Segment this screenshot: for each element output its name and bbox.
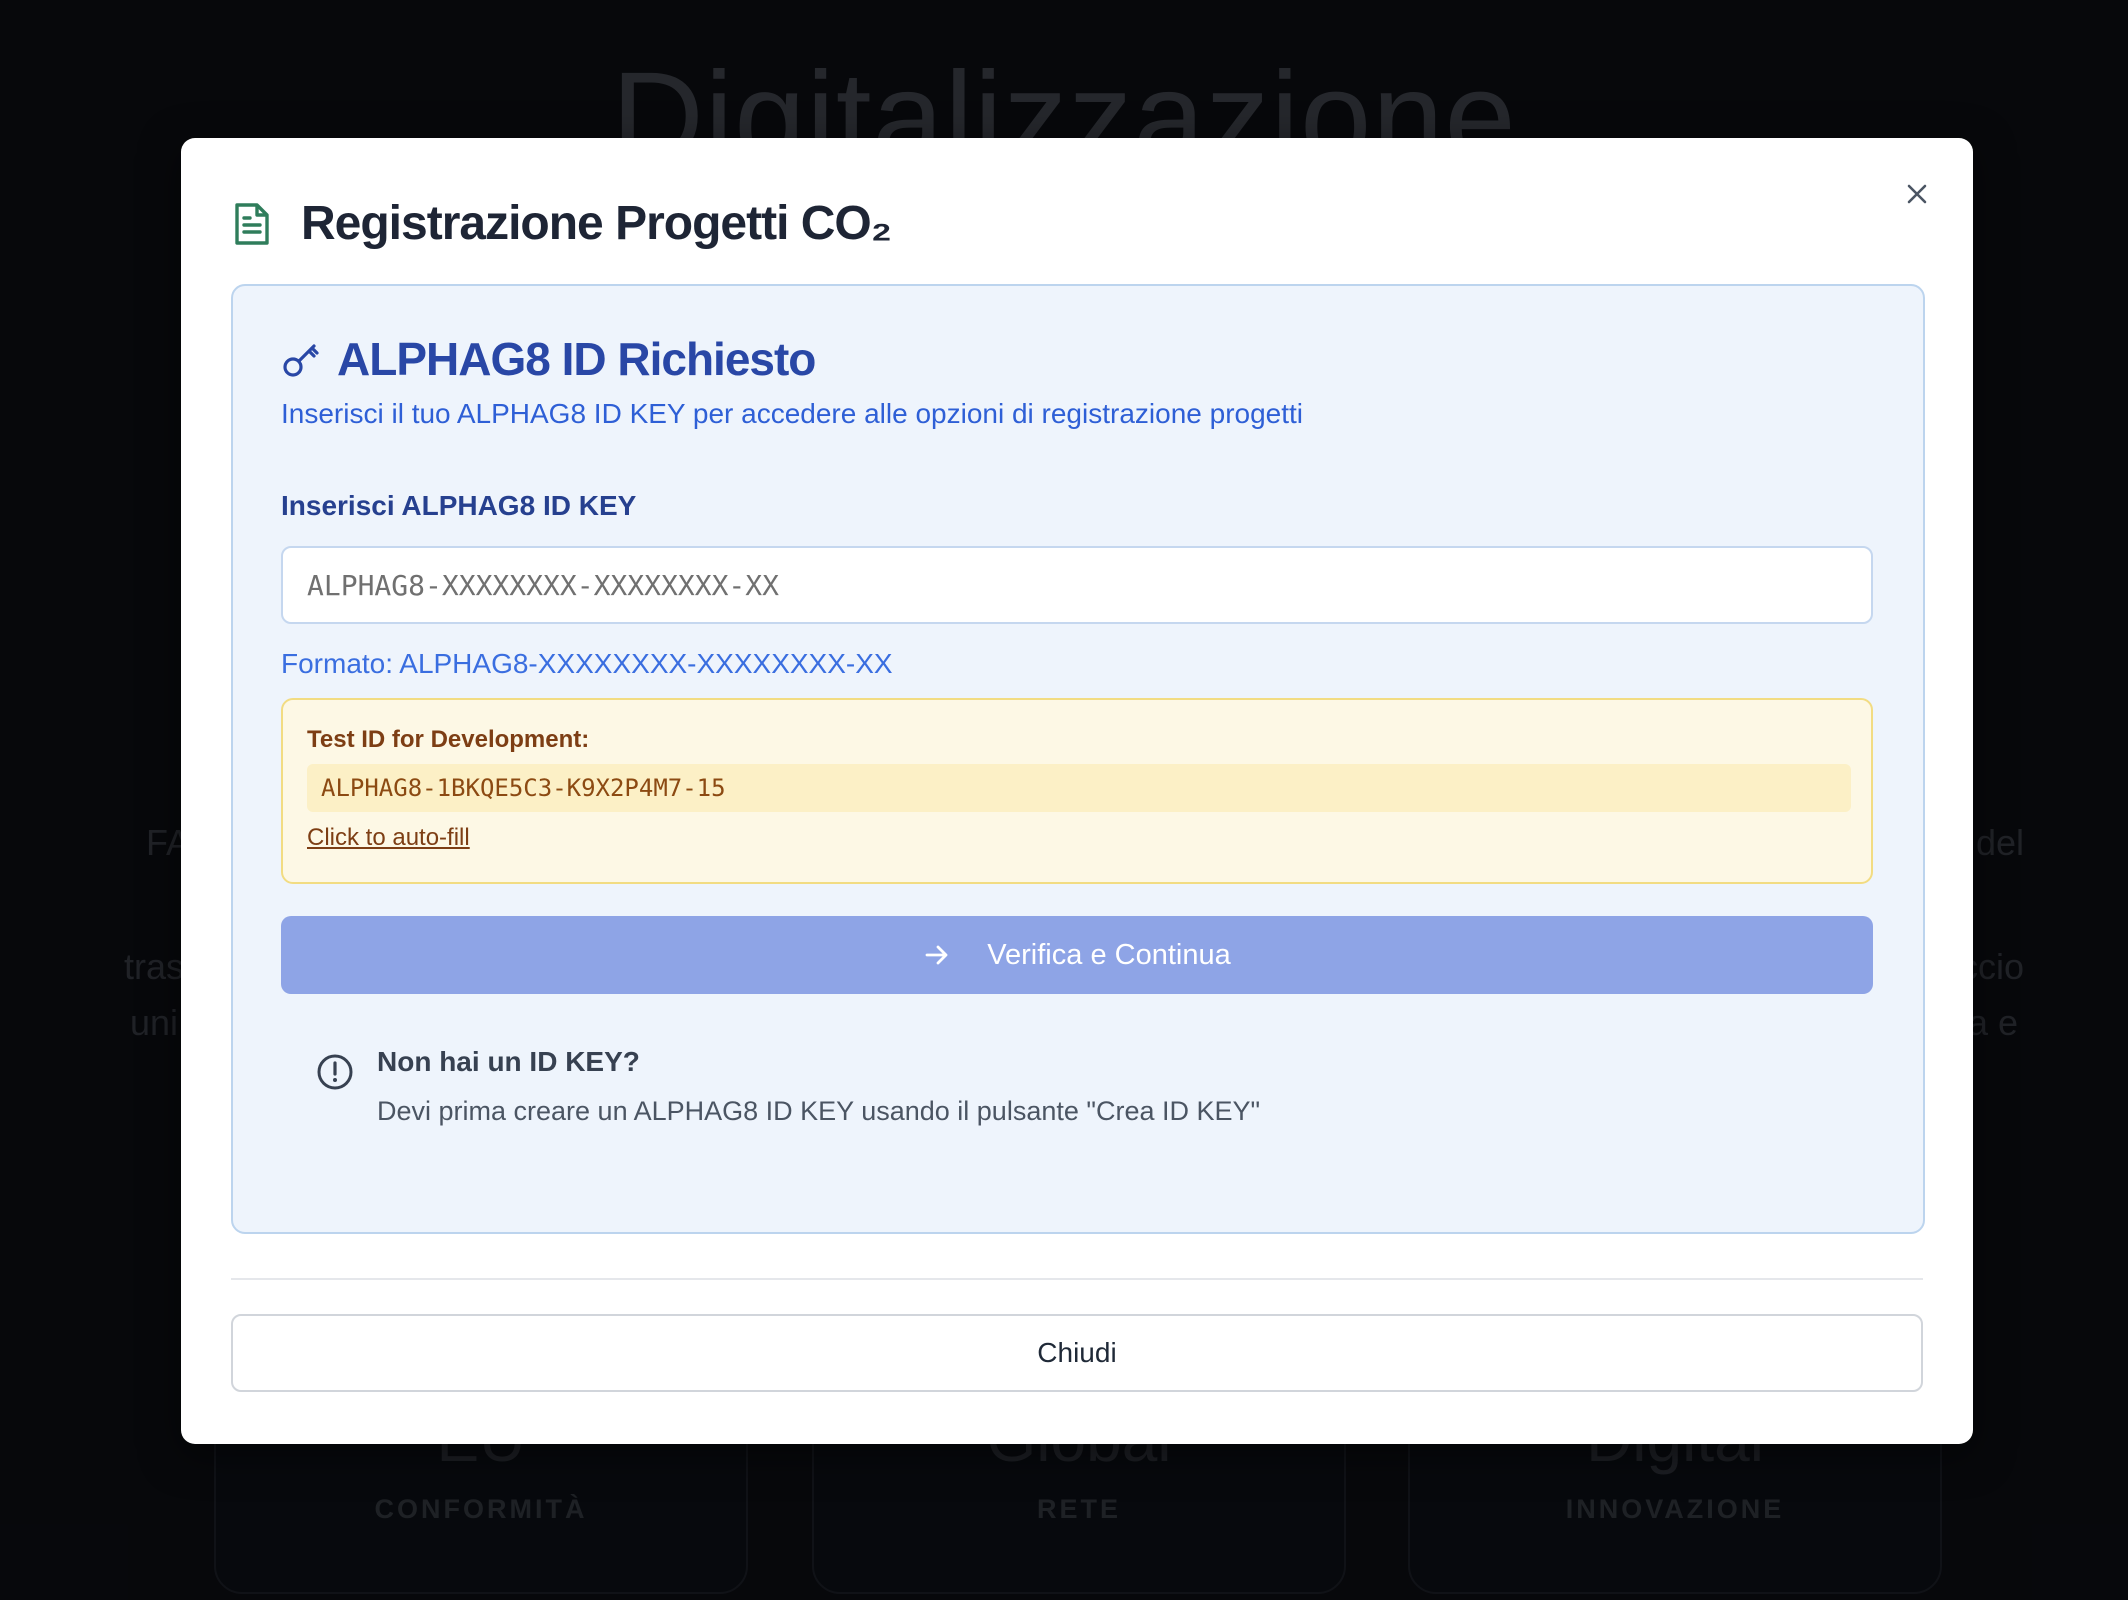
panel-subtitle: Inserisci il tuo ALPHAG8 ID KEY per acce… — [281, 398, 1304, 429]
no-id-key-info: Non hai un ID KEY? Devi prima creare un … — [315, 1046, 1260, 1127]
info-title: Non hai un ID KEY? — [377, 1046, 640, 1077]
dev-test-id-label: Test ID for Development: — [307, 726, 590, 753]
registration-modal: Registrazione Progetti CO₂ ALPHAG8 ID Ri… — [181, 138, 1973, 1444]
dev-test-id-code: ALPHAG8-1BKQE5C3-K9X2P4M7-15 — [307, 764, 1851, 812]
chiudi-button[interactable]: Chiudi — [231, 1314, 1923, 1392]
autofill-link[interactable]: Click to auto-fill — [307, 824, 470, 852]
dev-test-id-box: Test ID for Development: ALPHAG8-1BKQE5C… — [281, 698, 1873, 884]
info-description: Devi prima creare un ALPHAG8 ID KEY usan… — [377, 1096, 1261, 1126]
id-key-input[interactable] — [281, 546, 1873, 624]
panel-title: ALPHAG8 ID Richiesto — [337, 333, 816, 385]
verify-continue-button[interactable]: Verifica e Continua — [281, 916, 1873, 994]
modal-header: Registrazione Progetti CO₂ — [233, 196, 892, 251]
modal-title: Registrazione Progetti CO₂ — [301, 197, 892, 250]
close-icon — [1907, 184, 1927, 204]
key-icon — [283, 344, 319, 377]
document-icon — [235, 202, 269, 245]
footer-divider — [231, 1278, 1923, 1280]
arrow-right-icon — [925, 945, 948, 965]
panel-heading: ALPHAG8 ID Richiesto — [281, 332, 816, 386]
id-required-panel: ALPHAG8 ID Richiesto Inserisci il tuo AL… — [231, 284, 1925, 1234]
alert-circle-icon — [317, 1054, 353, 1090]
id-key-label: Inserisci ALPHAG8 ID KEY — [281, 490, 637, 521]
verify-continue-label: Verifica e Continua — [987, 938, 1231, 971]
close-button[interactable] — [1897, 174, 1937, 214]
format-hint: Formato: ALPHAG8-XXXXXXXX-XXXXXXXX-XX — [281, 648, 893, 679]
